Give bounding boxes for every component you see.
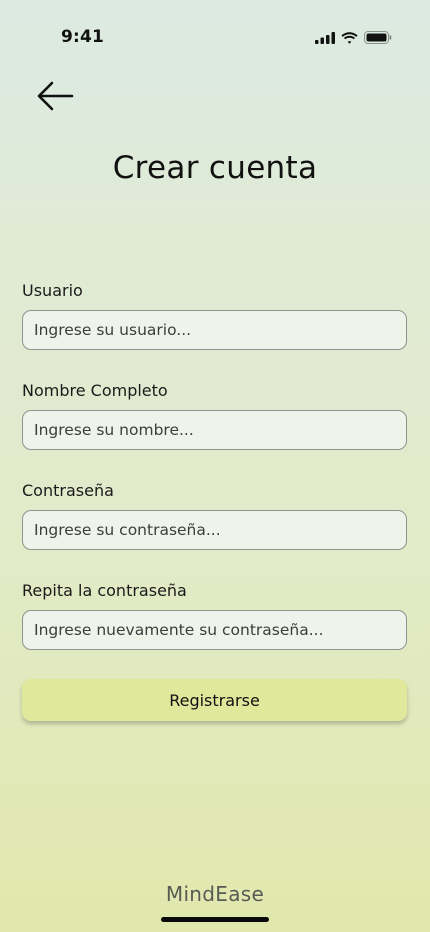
register-button[interactable]: Registrarse <box>22 679 407 721</box>
full-name-label: Nombre Completo <box>22 381 168 400</box>
home-indicator <box>161 917 269 922</box>
repeat-password-input[interactable] <box>22 610 407 650</box>
username-input[interactable] <box>22 310 407 350</box>
status-icons <box>315 29 392 48</box>
create-account-screen: 9:41 Crear cuenta Usuario Ingrese su usu… <box>0 0 430 932</box>
status-bar: 9:41 <box>0 0 430 54</box>
password-input[interactable] <box>22 510 407 550</box>
status-time: 9:41 <box>61 27 105 47</box>
cellular-signal-icon <box>315 29 335 48</box>
back-button[interactable] <box>34 80 76 116</box>
wifi-icon <box>341 29 358 48</box>
username-label: Usuario <box>22 281 83 300</box>
arrow-left-icon <box>36 81 74 115</box>
password-label: Contraseña <box>22 481 114 500</box>
battery-icon <box>364 29 392 48</box>
repeat-password-label: Repita la contraseña <box>22 581 187 600</box>
page-title: Crear cuenta <box>112 150 318 186</box>
full-name-input[interactable] <box>22 410 407 450</box>
brand-name: MindEase <box>165 882 265 906</box>
